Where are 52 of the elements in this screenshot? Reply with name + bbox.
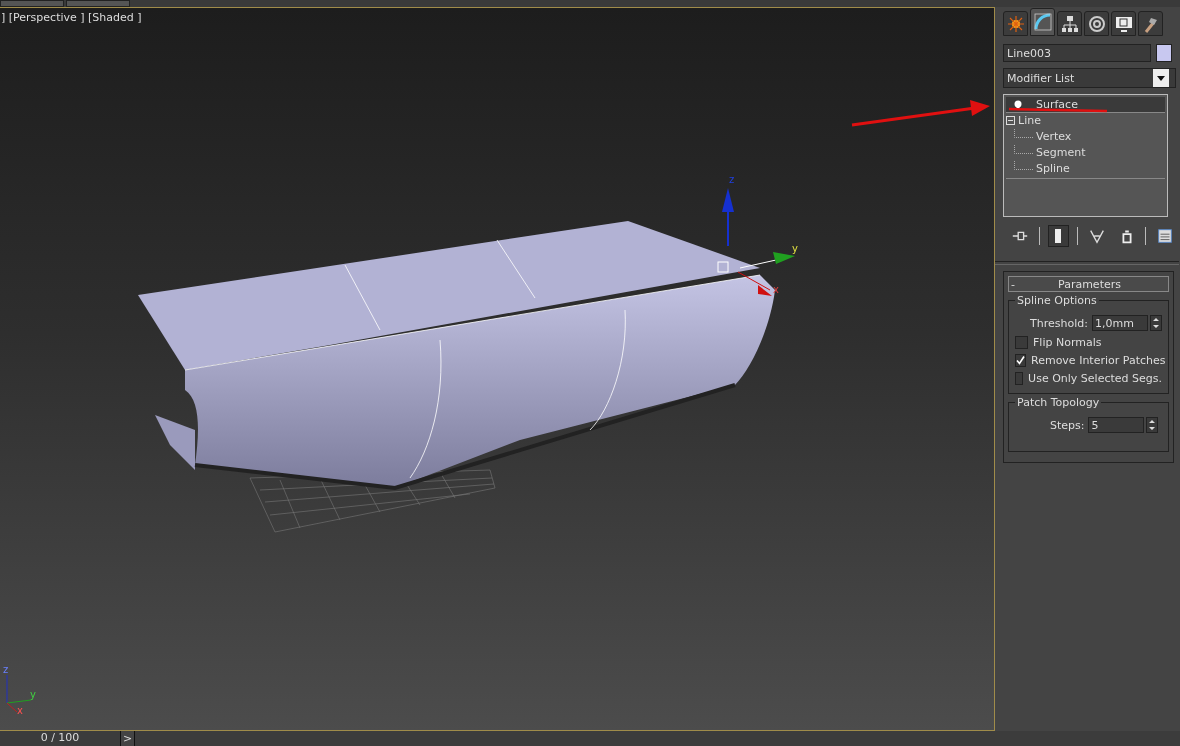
end-result-icon bbox=[1055, 229, 1062, 243]
toolbar-strip bbox=[66, 0, 130, 7]
panel-tab[interactable] bbox=[1111, 11, 1136, 36]
checkbox[interactable] bbox=[1015, 354, 1026, 367]
field-label: Steps: bbox=[1050, 418, 1085, 432]
group-title: Patch Topology bbox=[1015, 396, 1102, 409]
stack-item[interactable]: Line bbox=[1006, 113, 1165, 128]
stack-item[interactable]: Surface bbox=[1006, 97, 1165, 113]
motion-icon bbox=[1086, 13, 1107, 34]
hierarchy-icon bbox=[1059, 13, 1080, 34]
bulb-icon[interactable] bbox=[1013, 99, 1023, 110]
modifier-list-dropdown[interactable]: Modifier List bbox=[1003, 68, 1176, 88]
gizmo-axis-label: y bbox=[792, 243, 798, 254]
checkbox-label[interactable]: Flip Normals bbox=[1033, 336, 1102, 349]
field-label: Threshold: bbox=[1030, 316, 1088, 330]
checkbox[interactable] bbox=[1015, 336, 1028, 349]
axis-label: x bbox=[17, 705, 23, 716]
sub-object-item[interactable]: Vertex bbox=[1033, 129, 1072, 143]
axis-tripod-icon bbox=[6, 674, 32, 713]
steps-field[interactable]: 5 bbox=[1088, 417, 1145, 433]
threshold-field[interactable]: 1,0mm bbox=[1092, 315, 1148, 331]
spinner-icon[interactable] bbox=[1150, 315, 1162, 331]
axis-label: y bbox=[30, 689, 36, 700]
object-name-field[interactable]: Line003 bbox=[1003, 44, 1151, 62]
gizmo-axis-label: x bbox=[773, 284, 779, 295]
next-frame-button[interactable]: > bbox=[121, 731, 135, 746]
create-icon bbox=[1005, 13, 1026, 34]
axis-label: z bbox=[3, 664, 9, 675]
checkbox-label[interactable]: Remove Interior Patches bbox=[1031, 354, 1166, 367]
collapse-icon[interactable] bbox=[1006, 116, 1015, 125]
tree-line bbox=[1014, 128, 1033, 138]
panel-tab[interactable] bbox=[1030, 8, 1055, 36]
panel-tab[interactable] bbox=[1084, 11, 1109, 36]
object-color-swatch[interactable] bbox=[1156, 44, 1172, 62]
spinner-icon[interactable] bbox=[1146, 417, 1159, 433]
panel-tab[interactable] bbox=[1057, 11, 1082, 36]
end-result-button[interactable] bbox=[1047, 225, 1070, 247]
tree-line bbox=[1014, 144, 1033, 154]
modify-icon bbox=[1032, 12, 1053, 32]
checkbox-label[interactable]: Use Only Selected Segs. bbox=[1028, 372, 1162, 385]
sub-object-item[interactable]: Spline bbox=[1033, 161, 1070, 175]
tree-line bbox=[1014, 160, 1033, 170]
panel-tab[interactable] bbox=[1003, 11, 1028, 36]
sub-object-item[interactable]: Segment bbox=[1033, 145, 1086, 159]
panel-tab[interactable] bbox=[1138, 11, 1163, 36]
group-title: Spline Options bbox=[1015, 294, 1099, 307]
viewport-label[interactable]: ] [Perspective ] [Shaded ] bbox=[1, 11, 142, 24]
configure-icon bbox=[1156, 227, 1175, 245]
rollout-header[interactable]: - Parameters bbox=[1008, 276, 1169, 292]
toolbar-strip bbox=[0, 0, 64, 7]
gizmo-axis-label: z bbox=[729, 174, 735, 185]
checkbox[interactable] bbox=[1015, 372, 1024, 385]
